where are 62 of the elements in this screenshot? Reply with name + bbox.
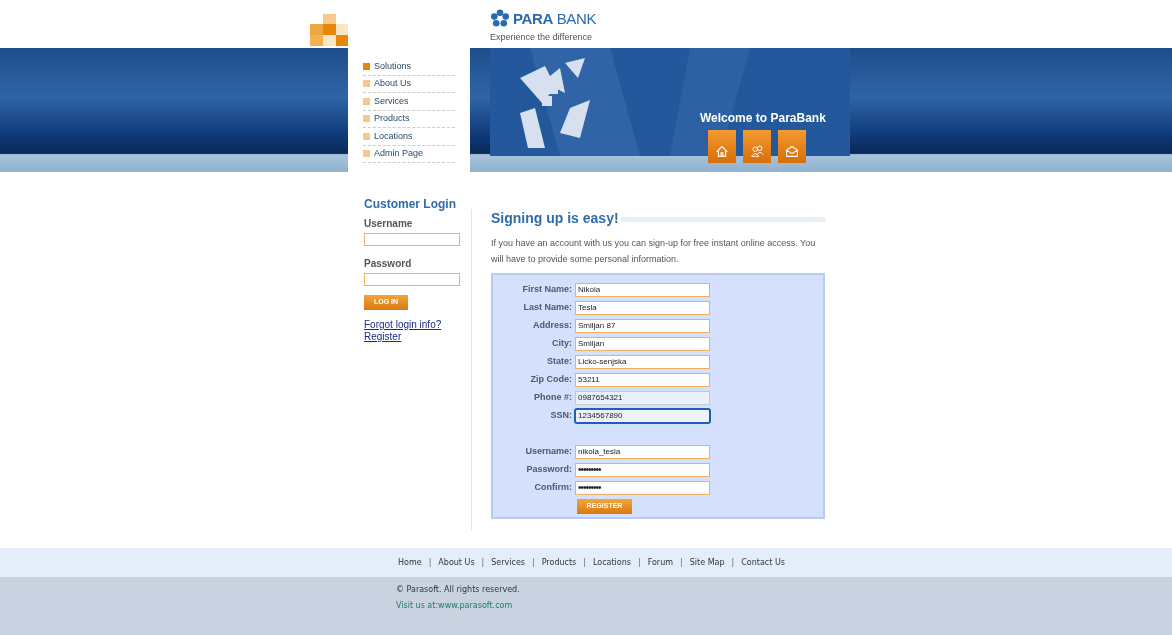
text-input[interactable]: 1234567890 xyxy=(575,409,710,423)
text-input[interactable]: 0987654321 xyxy=(575,391,710,405)
signup-title: Signing up is easy! xyxy=(491,211,621,225)
field-label: Password: xyxy=(525,463,573,477)
username-input[interactable] xyxy=(364,233,460,246)
text-input[interactable]: Nikola xyxy=(575,283,710,297)
blocks-logo-icon xyxy=(310,14,348,46)
text-input[interactable]: nikola_tesla xyxy=(575,445,710,459)
field-label: Address: xyxy=(532,319,573,333)
field-label: Phone #: xyxy=(533,391,573,405)
field-label: SSN: xyxy=(549,409,573,423)
field-label: Confirm: xyxy=(533,481,573,495)
footer-link[interactable]: Contact Us xyxy=(741,556,785,569)
text-input[interactable]: Smiljan xyxy=(575,337,710,351)
login-link[interactable]: Register xyxy=(364,331,402,343)
text-input[interactable]: Licko-senjska xyxy=(575,355,710,369)
separator: | xyxy=(730,556,736,569)
menu-item[interactable]: Products xyxy=(363,110,455,128)
login-link[interactable]: Forgot login info? xyxy=(364,319,442,331)
separator: | xyxy=(582,556,587,569)
separator: | xyxy=(427,556,433,569)
visit-text: Visit us at:www.parasoft.com xyxy=(396,600,514,612)
footer-link[interactable]: About Us xyxy=(438,556,475,569)
separator: | xyxy=(679,556,684,569)
menu-item[interactable]: Locations xyxy=(363,128,455,146)
menu-item[interactable]: Solutions xyxy=(363,58,455,76)
footer-link[interactable]: Site Map xyxy=(689,556,725,569)
house-icon[interactable] xyxy=(708,130,736,163)
field-label: State: xyxy=(546,355,573,369)
text-input[interactable]: Smiljan 87 xyxy=(575,319,710,333)
text-input[interactable]: 53211 xyxy=(575,373,710,387)
password-label: Password xyxy=(364,257,413,271)
login-title: Customer Login xyxy=(364,196,457,213)
text-input[interactable]: Tesla xyxy=(575,301,710,315)
separator: | xyxy=(531,556,536,569)
password-input[interactable]: ••••••••• xyxy=(575,481,710,495)
menu-item[interactable]: Admin Page xyxy=(363,145,455,163)
intro-text: If you have an account with us you can sign-up for free instant online access. You will have to provide some personal information. xyxy=(491,237,817,266)
separator: | xyxy=(636,556,642,569)
menu-item[interactable]: Services xyxy=(363,93,455,111)
separator: | xyxy=(480,556,486,569)
footer-link[interactable]: Products xyxy=(541,556,577,569)
field-label: City: xyxy=(551,337,573,351)
people-icon[interactable] xyxy=(743,130,771,163)
copyright-text: © Parasoft. All rights reserved. xyxy=(396,584,521,596)
logo-text: PARA BANK xyxy=(513,11,597,26)
footer-link[interactable]: Locations xyxy=(592,556,631,569)
menu-item[interactable]: About Us xyxy=(363,75,455,93)
welcome-text: Welcome to ParaBank xyxy=(700,110,826,127)
field-label: Zip Code: xyxy=(529,373,573,387)
field-label: Username: xyxy=(524,445,573,459)
tagline: Experience the difference xyxy=(490,31,593,44)
password-input[interactable] xyxy=(364,273,460,286)
username-label: Username xyxy=(364,217,414,231)
footer-link[interactable]: Forum xyxy=(647,556,674,569)
field-label: First Name: xyxy=(521,283,573,297)
envelope-icon[interactable] xyxy=(778,130,806,163)
field-label: Last Name: xyxy=(522,301,573,315)
footer-link[interactable]: Services xyxy=(491,556,525,569)
password-input[interactable]: ••••••••• xyxy=(575,463,710,477)
pinwheel-logo-icon xyxy=(490,9,510,28)
footer-link[interactable]: Home xyxy=(398,556,422,569)
